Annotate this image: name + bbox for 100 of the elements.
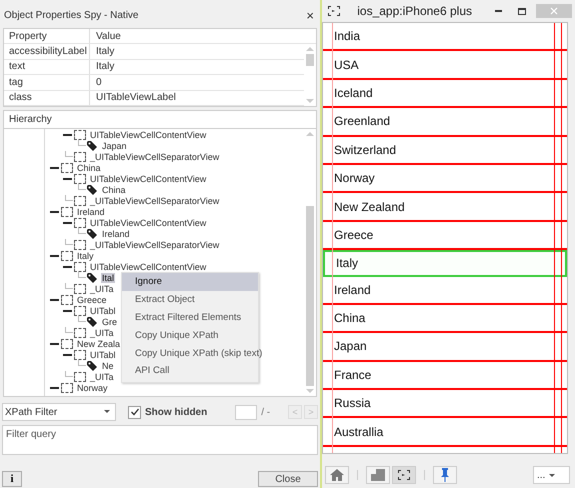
view-icon bbox=[74, 130, 86, 140]
list-row[interactable]: China bbox=[323, 304, 567, 334]
view-icon bbox=[74, 350, 86, 360]
column-header: Property bbox=[4, 29, 90, 43]
tag-icon bbox=[87, 140, 98, 150]
more-dropdown[interactable]: ... bbox=[533, 466, 570, 484]
view-icon bbox=[74, 306, 86, 316]
fit-icon bbox=[328, 6, 340, 16]
scrollbar[interactable] bbox=[304, 44, 316, 106]
tree-item[interactable]: UITabl bbox=[89, 350, 117, 360]
pin-icon bbox=[440, 468, 450, 482]
view-icon bbox=[61, 206, 73, 216]
view-icon bbox=[74, 284, 86, 294]
column-header: Value bbox=[95, 30, 121, 42]
list-row[interactable]: Switzerland bbox=[323, 136, 567, 165]
tree-item[interactable]: _UITa bbox=[89, 284, 115, 294]
view-icon bbox=[74, 152, 86, 162]
view-icon bbox=[74, 218, 86, 228]
tree-item[interactable]: Ital bbox=[101, 272, 116, 282]
view-icon bbox=[74, 262, 86, 272]
list-row[interactable]: New Zealand bbox=[323, 193, 567, 222]
list-row[interactable]: India bbox=[323, 23, 567, 52]
tree-item[interactable]: UITableViewCellContentView bbox=[89, 130, 208, 140]
view-icon bbox=[74, 372, 86, 382]
index-field[interactable] bbox=[235, 404, 258, 420]
view-icon bbox=[74, 328, 86, 338]
tree-item[interactable]: _UITa bbox=[89, 372, 115, 382]
view-icon bbox=[61, 250, 73, 260]
list-row[interactable]: Greenland bbox=[323, 108, 567, 137]
view-icon bbox=[61, 382, 73, 392]
tree-item[interactable]: Ireland bbox=[76, 206, 106, 216]
list-row[interactable]: USA bbox=[323, 51, 567, 80]
list-row[interactable]: Italy bbox=[323, 250, 567, 277]
view-icon bbox=[74, 240, 86, 250]
tag-icon bbox=[87, 360, 98, 370]
tree-item[interactable]: _UITableViewCellSeparatorView bbox=[89, 152, 220, 162]
tag-icon bbox=[87, 272, 98, 282]
table-cell-text: 0 bbox=[95, 76, 102, 88]
view-icon bbox=[74, 174, 86, 184]
list-row[interactable]: Norway bbox=[323, 164, 567, 194]
table-cell-text: Italy bbox=[95, 46, 114, 57]
tree-item[interactable]: China bbox=[76, 162, 102, 172]
window-title: ios_app:iPhone6 plus bbox=[357, 4, 472, 18]
window-title: Object Properties Spy - Native bbox=[4, 10, 138, 20]
list-row[interactable]: Russia bbox=[323, 390, 567, 418]
tree-item[interactable]: China bbox=[101, 184, 127, 194]
table-cell: class bbox=[4, 90, 90, 105]
home-icon bbox=[330, 469, 344, 481]
menu-item[interactable]: API Call bbox=[122, 362, 258, 380]
tree-item[interactable]: Ireland bbox=[101, 228, 131, 238]
menu-item[interactable]: Extract Filtered Elements bbox=[122, 308, 258, 326]
tree-item[interactable]: Greece bbox=[76, 294, 108, 304]
close-button[interactable]: × bbox=[304, 8, 316, 22]
table-cell: text bbox=[4, 60, 90, 74]
table-cell-text: Italy bbox=[95, 61, 114, 72]
tag-icon bbox=[87, 184, 98, 194]
fit-icon bbox=[398, 470, 410, 480]
tree-item[interactable]: UITableViewCellContentView bbox=[89, 218, 208, 228]
tree-item[interactable]: UITableViewCellContentView bbox=[89, 262, 208, 272]
layers-icon bbox=[371, 469, 385, 481]
view-icon bbox=[61, 338, 73, 348]
pin-button[interactable] bbox=[433, 466, 457, 484]
info-button[interactable]: i bbox=[2, 471, 22, 487]
list-row[interactable]: Iceland bbox=[323, 80, 567, 108]
filter-dropdown[interactable]: XPath Filter bbox=[2, 403, 116, 421]
tree-item[interactable]: Italy bbox=[76, 250, 95, 260]
scrollbar[interactable] bbox=[304, 129, 316, 396]
menu-item[interactable]: Extract Object bbox=[122, 290, 258, 309]
view-icon bbox=[61, 294, 73, 304]
tree-item[interactable]: UITableViewCellContentView bbox=[89, 174, 208, 184]
tree-item[interactable]: _UITableViewCellSeparatorView bbox=[89, 196, 220, 206]
menu-item[interactable]: Ignore bbox=[122, 273, 258, 291]
close-icon bbox=[550, 7, 558, 15]
home-button[interactable] bbox=[325, 466, 349, 484]
list-row[interactable]: Japan bbox=[323, 333, 567, 362]
tree-item[interactable]: Ne bbox=[101, 360, 115, 370]
tree-item[interactable]: Gre bbox=[101, 316, 118, 326]
menu-item[interactable]: Copy Unique XPath bbox=[122, 326, 258, 344]
tag-icon bbox=[87, 228, 98, 238]
list-row[interactable]: Australlia bbox=[323, 418, 567, 447]
panel-title: Hierarchy bbox=[9, 114, 52, 125]
close-button[interactable]: Close bbox=[258, 471, 318, 487]
tree-item[interactable]: _UITa bbox=[89, 328, 115, 338]
view-icon bbox=[74, 196, 86, 206]
table-cell-text: UITableViewLabel bbox=[95, 92, 176, 104]
view-icon bbox=[61, 162, 73, 172]
checkbox-label: Show hidden bbox=[145, 406, 208, 418]
list-row[interactable]: Ireland bbox=[323, 276, 567, 305]
table-cell: tag bbox=[4, 75, 90, 90]
checkbox[interactable] bbox=[128, 406, 141, 418]
tree-item[interactable]: Japan bbox=[101, 140, 128, 150]
tree-item[interactable]: UITabl bbox=[89, 306, 117, 316]
tree-item[interactable]: New Zeala bbox=[76, 338, 122, 348]
filter-query-field[interactable]: Filter query bbox=[2, 425, 318, 455]
tag-icon bbox=[87, 316, 98, 326]
result-count: / - bbox=[261, 406, 270, 418]
tree-item[interactable]: _UITableViewCellSeparatorView bbox=[89, 240, 220, 250]
tree-item[interactable]: Norway bbox=[76, 382, 109, 392]
fit-button[interactable] bbox=[392, 466, 416, 484]
list-row[interactable]: France bbox=[323, 362, 567, 390]
